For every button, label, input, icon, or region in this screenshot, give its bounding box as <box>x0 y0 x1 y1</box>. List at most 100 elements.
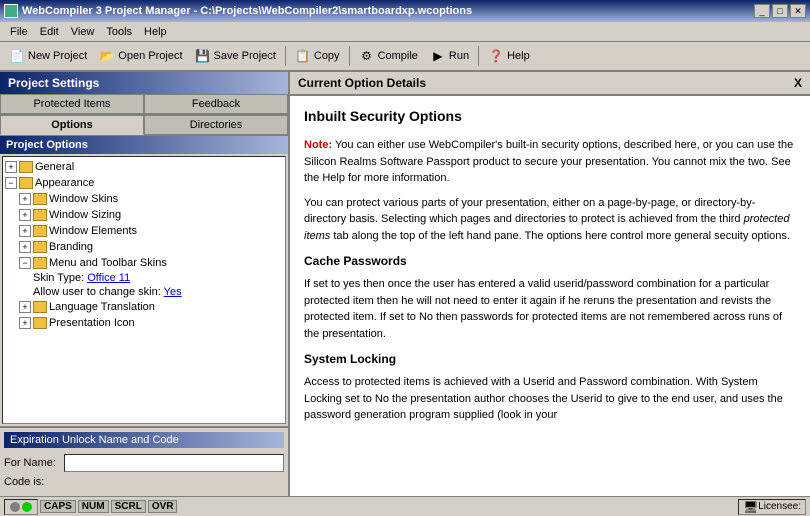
right-panel-content: Inbuilt Security Options Note: You can e… <box>290 96 810 496</box>
help-icon: ❓ <box>488 48 504 64</box>
code-is-label: Code is: <box>4 476 64 488</box>
menu-tools[interactable]: Tools <box>100 24 138 40</box>
menu-help[interactable]: Help <box>138 24 173 40</box>
unlock-section: Expiration Unlock Name and Code For Name… <box>0 426 288 496</box>
expander-general[interactable]: + <box>5 161 17 173</box>
tab-protected-items[interactable]: Protected Items <box>0 94 144 114</box>
toolbar-separator-2 <box>349 46 350 66</box>
menu-edit[interactable]: Edit <box>34 24 65 40</box>
label-branding: Branding <box>49 241 93 253</box>
allow-skin-link[interactable]: Yes <box>164 286 182 298</box>
left-panel: Project Settings Protected Items Feedbac… <box>0 72 290 496</box>
label-language-translation: Language Translation <box>49 301 155 313</box>
folder-icon-window-skins <box>33 193 47 205</box>
tab-feedback[interactable]: Feedback <box>144 94 288 114</box>
right-panel: Current Option Details X Inbuilt Securit… <box>290 72 810 496</box>
title-bar: WebCompiler 3 Project Manager - C:\Proje… <box>0 0 810 22</box>
run-icon: ▶ <box>430 48 446 64</box>
tree-item-general[interactable]: + General <box>5 159 283 175</box>
content-heading: Inbuilt Security Options <box>304 106 796 127</box>
minimize-button[interactable]: _ <box>754 4 770 18</box>
tree-item-window-sizing[interactable]: + Window Sizing <box>19 207 283 223</box>
tree-item-language-translation[interactable]: + Language Translation <box>19 299 283 315</box>
licensee-label: Licensee: <box>758 501 801 512</box>
skin-type-link[interactable]: Office 11 <box>87 272 130 284</box>
maximize-button[interactable]: □ <box>772 4 788 18</box>
open-project-icon: 📂 <box>99 48 115 64</box>
unlock-title: Expiration Unlock Name and Code <box>4 432 284 448</box>
label-allow-skin: Allow user to change skin: <box>33 286 164 298</box>
tree-item-allow-skin[interactable]: Allow user to change skin: Yes <box>33 285 283 299</box>
label-menu-toolbar-skins: Menu and Toolbar Skins <box>49 257 167 269</box>
right-panel-close[interactable]: X <box>794 76 802 90</box>
help-label: Help <box>507 50 530 62</box>
expander-window-sizing[interactable]: + <box>19 209 31 221</box>
folder-icon-branding <box>33 241 47 253</box>
led-gray <box>10 502 20 512</box>
heading-system-locking: System Locking <box>304 350 796 368</box>
expander-language-translation[interactable]: + <box>19 301 31 313</box>
new-project-icon: 📄 <box>9 48 25 64</box>
folder-icon-language-translation <box>33 301 47 313</box>
folder-icon-appearance <box>19 177 33 189</box>
tree-area[interactable]: + General − Appearance + Window Skins <box>2 156 286 424</box>
tree-item-window-elements[interactable]: + Window Elements <box>19 223 283 239</box>
expander-window-skins[interactable]: + <box>19 193 31 205</box>
tree-item-branding[interactable]: + Branding <box>19 239 283 255</box>
expander-menu-toolbar-skins[interactable]: − <box>19 257 31 269</box>
status-caps: CAPS <box>40 500 76 513</box>
toolbar-separator-3 <box>478 46 479 66</box>
folder-icon-window-sizing <box>33 209 47 221</box>
label-presentation-icon: Presentation Icon <box>49 317 135 329</box>
menu-view[interactable]: View <box>65 24 101 40</box>
close-button[interactable]: ✕ <box>790 4 806 18</box>
copy-icon: 📋 <box>295 48 311 64</box>
note-paragraph: Note: You can either use WebCompiler's b… <box>304 137 796 187</box>
new-project-label: New Project <box>28 50 87 62</box>
label-appearance: Appearance <box>35 177 94 189</box>
status-scrl: SCRL <box>111 500 146 513</box>
tree-item-skin-type[interactable]: Skin Type: Office 11 <box>33 271 283 285</box>
tree-item-menu-toolbar-skins[interactable]: − Menu and Toolbar Skins <box>19 255 283 271</box>
tree-item-window-skins[interactable]: + Window Skins <box>19 191 283 207</box>
tree-item-presentation-icon[interactable]: + Presentation Icon <box>19 315 283 331</box>
tab-row-2: Options Directories <box>0 115 288 136</box>
menu-file[interactable]: File <box>4 24 34 40</box>
save-project-icon: 💾 <box>195 48 211 64</box>
expander-branding[interactable]: + <box>19 241 31 253</box>
heading-cache-passwords: Cache Passwords <box>304 252 796 270</box>
tree-title: Project Options <box>0 136 288 154</box>
folder-icon-window-elements <box>33 225 47 237</box>
label-skin-type: Skin Type: <box>33 272 87 284</box>
expander-appearance[interactable]: − <box>5 177 17 189</box>
expander-presentation-icon[interactable]: + <box>19 317 31 329</box>
status-num: NUM <box>78 500 109 513</box>
run-label: Run <box>449 50 469 62</box>
folder-icon-general <box>19 161 33 173</box>
toolbar-separator-1 <box>285 46 286 66</box>
open-project-button[interactable]: 📂 Open Project <box>94 44 187 68</box>
for-name-row: For Name: <box>4 454 284 472</box>
run-button[interactable]: ▶ Run <box>425 44 474 68</box>
project-settings-title: Project Settings <box>0 72 288 94</box>
licensee-icon: 🖥 <box>743 500 758 514</box>
compile-button[interactable]: ⚙ Compile <box>354 44 423 68</box>
expander-window-elements[interactable]: + <box>19 225 31 237</box>
new-project-button[interactable]: 📄 New Project <box>4 44 92 68</box>
compile-label: Compile <box>378 50 418 62</box>
para3: Access to protected items is achieved wi… <box>304 374 796 424</box>
led-green <box>22 502 32 512</box>
label-general: General <box>35 161 74 173</box>
app-icon <box>4 4 18 18</box>
label-window-skins: Window Skins <box>49 193 118 205</box>
save-project-button[interactable]: 💾 Save Project <box>190 44 281 68</box>
right-panel-title: Current Option Details <box>298 76 426 90</box>
copy-button[interactable]: 📋 Copy <box>290 44 345 68</box>
help-button[interactable]: ❓ Help <box>483 44 535 68</box>
tab-options[interactable]: Options <box>0 115 144 135</box>
tab-directories[interactable]: Directories <box>144 115 288 135</box>
for-name-input[interactable] <box>64 454 284 472</box>
tree-item-appearance[interactable]: − Appearance <box>5 175 283 191</box>
label-window-elements: Window Elements <box>49 225 137 237</box>
copy-label: Copy <box>314 50 340 62</box>
